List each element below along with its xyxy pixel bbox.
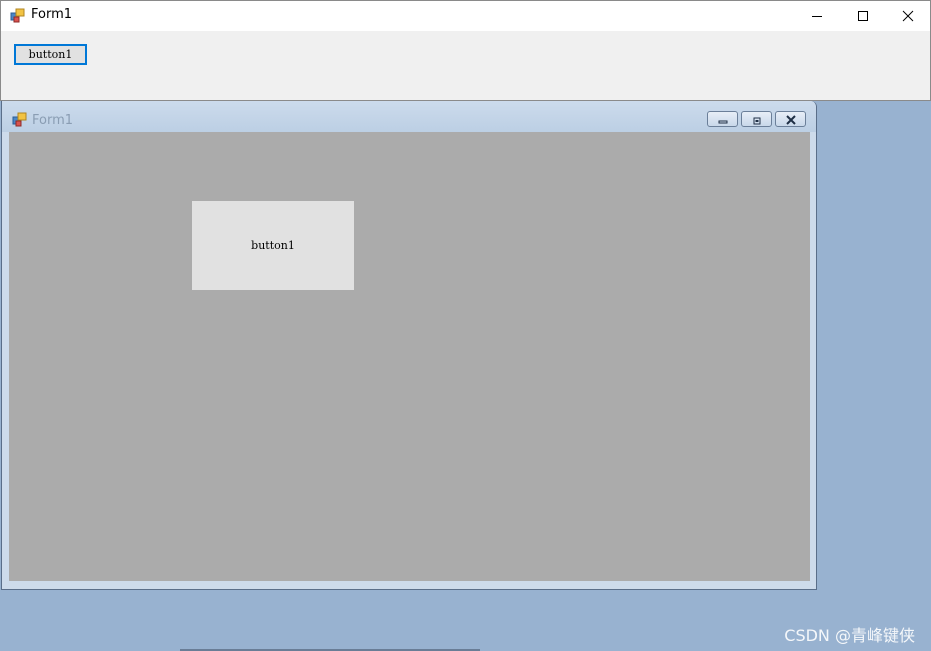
outer-title-bar[interactable]: Form1 [0, 0, 931, 31]
mdi-child-window[interactable]: Form1 button1 [1, 101, 817, 590]
mdi-child-title-bar[interactable]: Form1 [2, 101, 816, 132]
restore-icon [751, 110, 763, 129]
minimize-button[interactable] [794, 1, 840, 31]
watermark: CSDN @青峰键侠 [784, 626, 915, 645]
mdi-button1[interactable]: button1 [192, 201, 354, 290]
mdi-minimize-button[interactable] [707, 111, 738, 127]
winforms-app-icon [10, 8, 26, 24]
maximize-button[interactable] [840, 1, 886, 31]
minimize-icon [717, 110, 729, 129]
window-title: Form1 [31, 7, 73, 22]
mdi-close-button[interactable] [775, 111, 806, 127]
close-button[interactable] [885, 1, 931, 31]
button1[interactable]: button1 [14, 44, 87, 65]
maximize-icon [857, 7, 869, 26]
minimize-icon [811, 7, 823, 26]
mdi-restore-button[interactable] [741, 111, 772, 127]
mdi-child-title: Form1 [32, 113, 74, 128]
outer-client-area: button1 [0, 31, 931, 101]
mdi-client-area: button1 [9, 132, 810, 581]
close-icon [902, 7, 914, 26]
winforms-app-icon [12, 112, 28, 128]
close-icon [784, 110, 798, 129]
